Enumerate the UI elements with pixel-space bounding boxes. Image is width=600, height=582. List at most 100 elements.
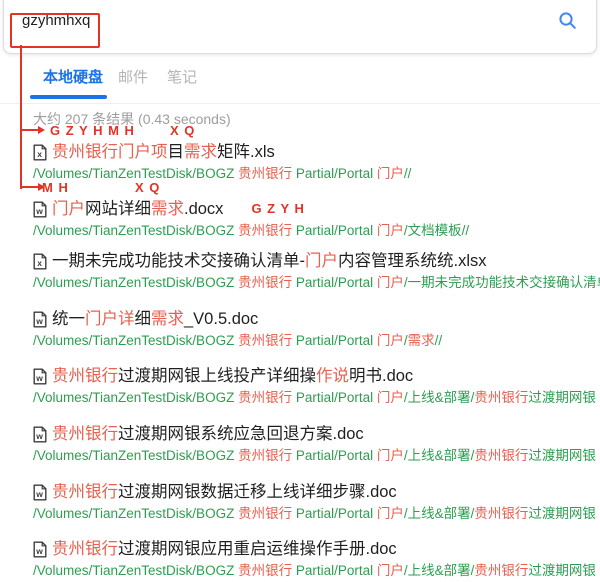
result-path-text: Partial/Portal <box>292 506 377 521</box>
result-path-text: 过渡期网银 <box>528 506 596 521</box>
result-path-text: 贵州银行 <box>238 390 292 405</box>
result-path: /Volumes/TianZenTestDisk/BOGZ 贵州银行 Parti… <box>33 563 600 579</box>
svg-text:w: w <box>35 431 43 441</box>
tab-bar-divider <box>0 103 600 104</box>
result-path-text: /Volumes/TianZenTestDisk/BOGZ <box>33 166 238 181</box>
svg-text:w: w <box>35 206 43 216</box>
svg-text:x: x <box>37 149 42 159</box>
result-path-text: Partial/Portal <box>292 166 377 181</box>
result-path-text: /Volumes/TianZenTestDisk/BOGZ <box>33 223 238 238</box>
result-path-text: /Volumes/TianZenTestDisk/BOGZ <box>33 448 238 463</box>
result-path-text: /Volumes/TianZenTestDisk/BOGZ <box>33 275 238 290</box>
result-title[interactable]: w 贵州银行过渡期网银应用重启运维操作手册.doc <box>33 539 600 559</box>
result-path-text: Partial/Portal <box>292 223 377 238</box>
word-file-icon: w <box>33 426 47 443</box>
result-path: /Volumes/TianZenTestDisk/BOGZ 贵州银行 Parti… <box>33 166 600 182</box>
word-file-icon: w <box>33 311 47 328</box>
result-path-text: 贵州银行 <box>238 333 292 348</box>
result-path-text: /Volumes/TianZenTestDisk/BOGZ <box>33 506 238 521</box>
result-path-text: /上线&部署/ <box>404 563 475 578</box>
result-title-text: 作说 <box>316 366 349 386</box>
result-title[interactable]: x一期未完成功能技术交接确认清单-门户内容管理系统统.xlsx <box>33 251 600 271</box>
svg-text:w: w <box>35 546 43 556</box>
result-path-text: 门户 <box>377 166 404 181</box>
result-item: w贵州银行过渡期网银上线投产详细操作说明书.doc/Volumes/TianZe… <box>33 366 600 406</box>
result-path-text: 需求 <box>408 333 435 348</box>
excel-file-icon: x <box>33 144 47 161</box>
result-title-text: 过渡期网银数据迁移上线详细步骤.doc <box>118 482 397 502</box>
result-path-text: /上线&部署/ <box>404 448 475 463</box>
result-path-text: 贵州银行 <box>238 223 292 238</box>
result-title[interactable]: w 贵州银行过渡期网银数据迁移上线详细步骤.doc <box>33 482 600 502</box>
result-item: x一期未完成功能技术交接确认清单-门户内容管理系统统.xlsx/Volumes/… <box>33 251 600 291</box>
result-path-text: 贵州银行 <box>238 448 292 463</box>
annotation-arrow-1-icon <box>38 126 45 134</box>
svg-text:w: w <box>35 373 43 383</box>
result-path: /Volumes/TianZenTestDisk/BOGZ 贵州银行 Parti… <box>33 275 600 291</box>
result-title-text: 门户 <box>305 251 338 271</box>
result-title-text: _V0.5.doc <box>184 309 258 329</box>
result-path-text: 贵州银行 <box>238 563 292 578</box>
svg-text:w: w <box>35 489 43 499</box>
result-path-text: 贵州银行 <box>474 506 528 521</box>
word-file-icon: w <box>33 201 47 218</box>
result-path-text: 门户 <box>377 223 404 238</box>
word-file-icon: w <box>33 484 47 501</box>
search-icon[interactable] <box>557 10 579 32</box>
result-title-text: 门户详 <box>85 309 135 329</box>
result-title-text: 过渡期网银上线投产详细操 <box>118 366 316 386</box>
result-title-text: 贵州银行 <box>52 482 118 502</box>
svg-text:w: w <box>35 316 43 326</box>
result-title-text: 内容管理系统统.xlsx <box>338 251 487 271</box>
result-path-text: 贵州银行 <box>238 506 292 521</box>
result-path-text: 贵州银行 <box>474 563 528 578</box>
result-item: w贵州银行过渡期网银系统应急回退方案.doc/Volumes/TianZenTe… <box>33 424 600 464</box>
result-title[interactable]: w 贵州银行过渡期网银上线投产详细操作说明书.doc <box>33 366 600 386</box>
result-title-text: 需求 <box>151 309 184 329</box>
result-path-text: 贵州银行 <box>238 275 292 290</box>
result-title-text: 贵州银行 <box>52 539 118 559</box>
tab-local-disk[interactable]: 本地硬盘 <box>43 66 103 87</box>
result-title-text: 过渡期网银系统应急回退方案.doc <box>118 424 364 444</box>
result-path-text: Partial/Portal <box>292 275 377 290</box>
result-path-text: /一期未完成功能技术交接确认清单 <box>404 275 600 290</box>
result-path-text: /Volumes/TianZenTestDisk/BOGZ <box>33 333 238 348</box>
result-title-text: 目 <box>168 142 185 162</box>
result-title-text: 明书.doc <box>349 366 413 386</box>
result-item: x 贵州银行门户项目需求矩阵.xls/Volumes/TianZenTestDis… <box>33 142 600 182</box>
result-title-text: 门户 <box>52 199 85 219</box>
result-title-text: 过渡期网银应用重启运维操作手册.doc <box>118 539 397 559</box>
result-item: w贵州银行过渡期网银数据迁移上线详细步骤.doc/Volumes/TianZen… <box>33 482 600 522</box>
result-title[interactable]: w 统一门户详细需求_V0.5.doc <box>33 309 600 329</box>
active-tab-underline <box>30 95 107 99</box>
annotation-branch-1 <box>20 129 38 131</box>
result-title-text: 网站详细 <box>85 199 151 219</box>
result-path-text: Partial/Portal <box>292 563 377 578</box>
result-path-text: 贵州银行 <box>474 448 528 463</box>
result-title-text: 贵州银行 <box>52 366 118 386</box>
annotation-initials-row2-left: M H <box>42 180 69 195</box>
result-title-text: 矩阵.xls <box>217 142 275 162</box>
result-title-text: 统一 <box>52 309 85 329</box>
tab-notes[interactable]: 笔记 <box>167 66 197 87</box>
result-path-text: // <box>435 333 443 348</box>
result-path: /Volumes/TianZenTestDisk/BOGZ 贵州银行 Parti… <box>33 506 600 522</box>
result-path-text: /文档模板// <box>404 223 469 238</box>
result-title-text: 需求 <box>184 142 217 162</box>
result-title[interactable]: w贵州银行过渡期网银系统应急回退方案.doc <box>33 424 600 444</box>
result-title[interactable]: x 贵州银行门户项目需求矩阵.xls <box>33 142 600 162</box>
result-title-text: 贵州银行门户项 <box>52 142 168 162</box>
result-path-text: /上线&部署/ <box>404 506 475 521</box>
result-title[interactable]: w门户网站详细需求.docxG Z Y H <box>33 199 600 219</box>
result-title-text: 需求 <box>151 199 184 219</box>
result-title-text: 细 <box>135 309 152 329</box>
result-path-text: /Volumes/TianZenTestDisk/BOGZ <box>33 390 238 405</box>
result-path-text: 门户 <box>377 563 404 578</box>
tab-mail[interactable]: 邮件 <box>118 66 148 87</box>
result-path-text: 过渡期网银 <box>528 390 596 405</box>
result-path-text: Partial/Portal <box>292 333 377 348</box>
result-path: /Volumes/TianZenTestDisk/BOGZ 贵州银行 Parti… <box>33 390 600 406</box>
word-file-icon: w <box>33 368 47 385</box>
annotation-query-box <box>10 13 100 48</box>
word-file-icon: w <box>33 541 47 558</box>
